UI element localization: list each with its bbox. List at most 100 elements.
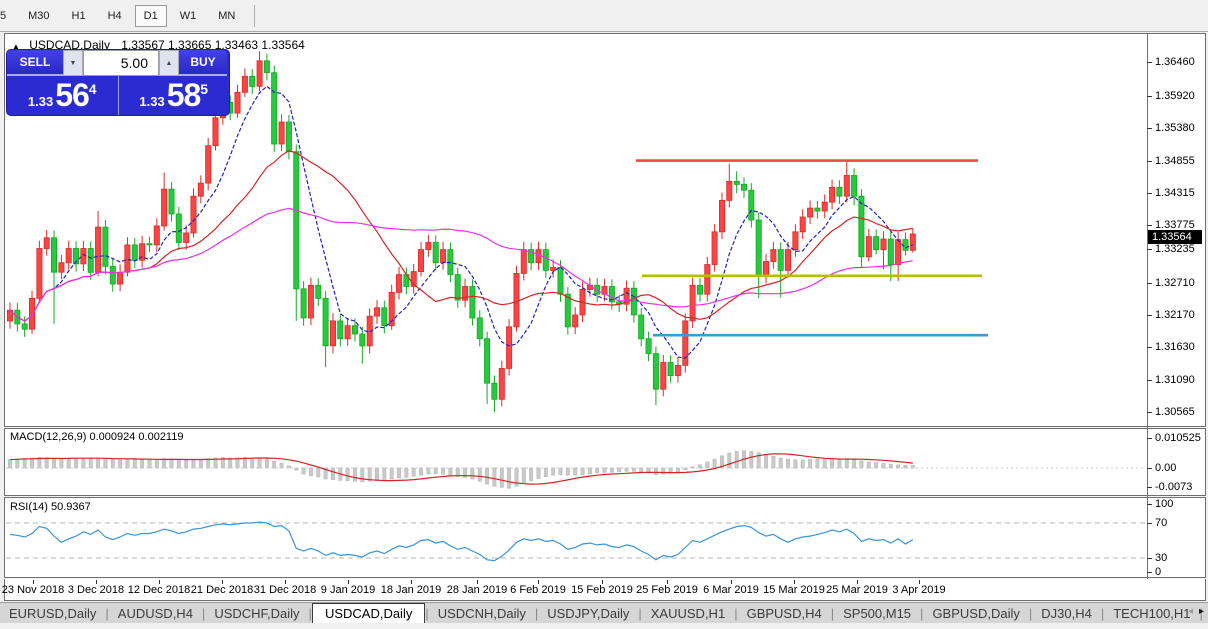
- macd-label: MACD(12,26,9) 0.000924 0.002119: [10, 431, 183, 443]
- window-bottom-border: [4, 600, 1206, 601]
- macd-bar: [830, 459, 833, 468]
- candle: [785, 242, 790, 278]
- date-axis-label: 9 Jan 2019: [321, 584, 375, 596]
- candle: [169, 182, 174, 222]
- price-axis-tick: [1147, 315, 1152, 316]
- macd-bar: [559, 468, 562, 475]
- macd-bar: [8, 460, 11, 468]
- macd-bar: [375, 468, 378, 481]
- indicator-axis-label: 0.010525: [1155, 432, 1201, 444]
- candle: [294, 145, 299, 321]
- candle: [162, 173, 167, 231]
- macd-histogram: [8, 451, 914, 489]
- sell-button[interactable]: SELL: [7, 50, 63, 76]
- macd-bar: [904, 465, 907, 468]
- candle: [822, 194, 827, 218]
- tab-usdcnh-daily[interactable]: USDCNH,Daily: [429, 604, 535, 623]
- price-axis-tick: [1147, 161, 1152, 162]
- tab-scroll-right-icon[interactable]: ▸: [1199, 606, 1204, 617]
- candle: [242, 69, 247, 98]
- candle: [683, 313, 688, 372]
- macd-bar: [691, 467, 694, 468]
- slow-ma-line: [10, 208, 913, 321]
- macd-bar: [302, 468, 305, 474]
- date-axis-label: 15 Feb 2019: [571, 584, 633, 596]
- macd-bar: [16, 459, 19, 468]
- candle: [734, 171, 739, 193]
- sell-price[interactable]: 1.33 56 4: [7, 76, 118, 115]
- candle: [338, 314, 343, 347]
- candle: [264, 54, 269, 81]
- date-axis-tick: [222, 580, 223, 584]
- macd-bar: [889, 464, 892, 468]
- candle: [896, 232, 901, 281]
- candle: [59, 255, 64, 279]
- macd-bar: [133, 460, 136, 468]
- date-axis-label: 28 Jan 2019: [447, 584, 508, 596]
- macd-bar: [258, 458, 261, 468]
- macd-bar: [287, 466, 290, 468]
- macd-bar: [23, 459, 26, 468]
- candle: [756, 213, 761, 298]
- macd-bar: [295, 468, 298, 470]
- price-axis-label: 1.35920: [1155, 90, 1195, 102]
- price-axis-label: 1.35380: [1155, 122, 1195, 134]
- sell-price-big: 56: [55, 77, 89, 114]
- macd-bar: [610, 468, 613, 472]
- date-axis-label: 21 Dec 2018: [191, 584, 253, 596]
- macd-bar: [896, 465, 899, 468]
- tab-dj30-h4[interactable]: DJ30,H4: [1032, 604, 1101, 623]
- candle: [154, 218, 159, 252]
- macd-bar: [874, 463, 877, 468]
- macd-bar: [104, 459, 107, 468]
- buy-button[interactable]: BUY: [179, 50, 227, 76]
- price-axis-tick: [1147, 62, 1152, 63]
- buy-price[interactable]: 1.33 58 5: [118, 76, 230, 115]
- candle: [903, 232, 908, 255]
- date-axis-label: 15 Mar 2019: [763, 584, 825, 596]
- tab-usdcad-daily[interactable]: USDCAD,Daily: [312, 603, 425, 624]
- tab-tech100-h1[interactable]: TECH100,H1: [1104, 604, 1199, 623]
- macd-bar: [148, 460, 151, 468]
- tab-usdjpy-daily[interactable]: USDJPY,Daily: [538, 604, 638, 623]
- tab-audusd-h4[interactable]: AUDUSD,H4: [109, 604, 202, 623]
- candle: [74, 241, 79, 271]
- macd-bar: [735, 451, 738, 468]
- rsi-panel-separator[interactable]: [4, 495, 1206, 498]
- indicator-axis-label: 0: [1155, 566, 1161, 578]
- tab-sp500-m15[interactable]: SP500,M15: [834, 604, 920, 623]
- volume-increase-button[interactable]: ▲: [159, 50, 179, 76]
- macd-bar: [728, 453, 731, 468]
- tab-usdchf-daily[interactable]: USDCHF,Daily: [205, 604, 308, 623]
- candle: [521, 242, 526, 281]
- indicator-axis-label: 30: [1155, 552, 1167, 564]
- tab-gbpusd-h4[interactable]: GBPUSD,H4: [738, 604, 831, 623]
- date-axis-label: 6 Mar 2019: [703, 584, 759, 596]
- tab-gbpusd-daily[interactable]: GBPUSD,Daily: [923, 604, 1028, 623]
- indicator-axis-tick: [1147, 438, 1152, 439]
- candle: [345, 318, 350, 346]
- macd-panel-separator[interactable]: [4, 426, 1206, 429]
- macd-bar: [750, 451, 753, 468]
- macd-bar: [845, 459, 848, 468]
- volume-input[interactable]: 5.00: [83, 50, 159, 76]
- candle: [330, 313, 335, 353]
- macd-bar: [867, 462, 870, 468]
- macd-bar: [684, 468, 687, 470]
- tab-eurusd-daily[interactable]: EURUSD,Daily: [0, 604, 105, 623]
- macd-bar: [52, 459, 55, 468]
- candle: [690, 278, 695, 328]
- candle: [844, 161, 849, 203]
- date-axis-tick: [285, 580, 286, 584]
- candle: [830, 180, 835, 210]
- macd-bar: [618, 468, 621, 472]
- rsi-line: [10, 522, 913, 561]
- indicator-axis-tick: [1147, 468, 1152, 469]
- macd-bar: [493, 468, 496, 486]
- macd-bar: [471, 468, 474, 479]
- tab-scroll-left-icon[interactable]: ◂: [1188, 606, 1193, 617]
- tab-xauusd-h1[interactable]: XAUUSD,H1: [642, 604, 734, 623]
- sell-price-sup: 4: [89, 81, 97, 97]
- date-axis-tick: [411, 580, 412, 584]
- volume-decrease-button[interactable]: ▼: [63, 50, 83, 76]
